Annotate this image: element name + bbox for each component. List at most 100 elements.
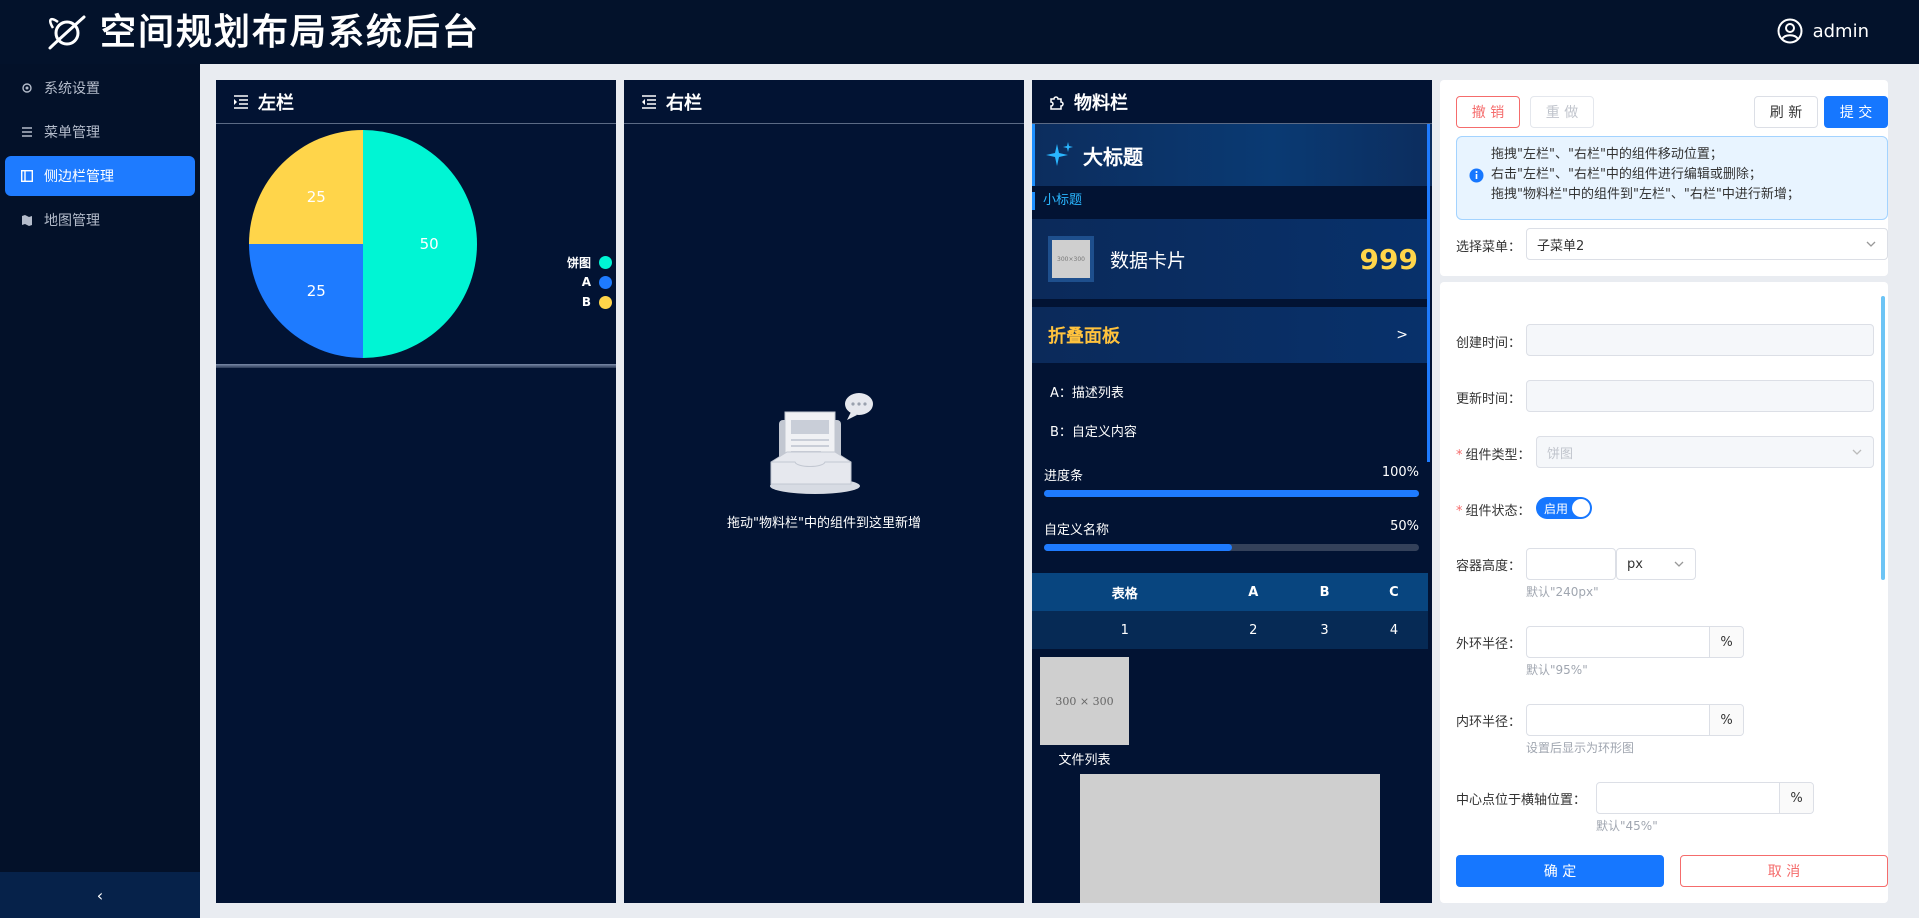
material-progress-bar[interactable]: 自定义名称 50% — [1044, 519, 1419, 551]
big-title-text: 大标题 — [1083, 144, 1143, 169]
updated-time-label: 更新时间： — [1456, 392, 1522, 407]
percent-suffix: % — [1709, 627, 1743, 657]
inner-radius-label: 内环半径： — [1456, 715, 1522, 730]
user-menu[interactable]: admin — [1777, 18, 1869, 44]
menu-select-label: 选择菜单： — [1456, 240, 1522, 255]
table-header: B — [1289, 573, 1360, 611]
menu-select-value: 子菜单2 — [1537, 238, 1585, 254]
legend-dot — [599, 275, 612, 289]
form-scrollbar[interactable] — [1881, 296, 1885, 580]
legend-item[interactable]: A — [567, 272, 612, 292]
outer-radius-label: 外环半径： — [1456, 637, 1522, 652]
table-cell: 1 — [1032, 611, 1218, 649]
table-cell: 3 — [1289, 611, 1360, 649]
pie-chart[interactable]: 50 25 25 — [216, 124, 616, 364]
container-height-input[interactable] — [1526, 548, 1616, 580]
pie-slice[interactable] — [249, 130, 363, 244]
progress-fill — [1044, 544, 1232, 551]
menu-select[interactable]: 子菜单2 — [1526, 228, 1888, 260]
material-scrollbar[interactable] — [1427, 124, 1430, 462]
material-panel-title: 物料栏 — [1074, 92, 1128, 114]
progress-value: 50% — [1390, 519, 1419, 534]
submit-button[interactable]: 提 交 — [1824, 96, 1888, 128]
sidebar-item-label: 菜单管理 — [44, 125, 100, 141]
sidebar-item-label: 地图管理 — [44, 213, 100, 229]
material-collapse-panel[interactable]: 折叠面板 > — [1032, 307, 1428, 363]
created-time-input[interactable] — [1526, 324, 1874, 356]
height-unit-select[interactable]: px — [1616, 548, 1696, 580]
outer-radius-hint: 默认"95%" — [1526, 663, 1588, 677]
progress-fill — [1044, 490, 1419, 497]
table-cell: 2 — [1217, 611, 1290, 649]
inner-radius-input[interactable]: % — [1526, 704, 1744, 736]
outdent-list-icon — [642, 94, 656, 109]
outer-radius-input[interactable]: % — [1526, 626, 1744, 658]
left-panel-header: 左栏 — [216, 80, 616, 124]
undo-button[interactable]: 撤 销 — [1456, 96, 1520, 128]
data-card-label: 数据卡片 — [1110, 249, 1187, 272]
material-table[interactable]: 表格 A B C 1 2 3 4 — [1032, 573, 1428, 649]
component-status-switch[interactable]: 启用 — [1536, 497, 1592, 519]
chevron-right-icon: > — [1396, 327, 1408, 343]
refresh-button[interactable]: 刷 新 — [1754, 96, 1818, 128]
redo-button[interactable]: 重 做 — [1530, 96, 1594, 128]
legend-label: B — [581, 295, 591, 309]
legend-item[interactable]: B — [567, 292, 612, 312]
center-x-hint: 默认"45%" — [1596, 819, 1658, 833]
legend-item[interactable]: 饼图 — [567, 252, 612, 272]
description-item[interactable]: B：自定义内容 — [1050, 421, 1137, 440]
progress-track — [1044, 544, 1419, 551]
pie-slice[interactable] — [249, 244, 363, 358]
sidebar-item-sidebar-management[interactable]: 侧边栏管理 — [5, 156, 195, 196]
right-panel-header: 右栏 — [624, 80, 1024, 124]
puzzle-icon — [1050, 95, 1064, 110]
toolbar-card: 撤 销 重 做 刷 新 提 交 拖拽"左栏"、"右栏"中的组件移动位置； 右击"… — [1440, 80, 1888, 276]
username: admin — [1812, 20, 1869, 42]
image-placeholder[interactable] — [1080, 774, 1380, 903]
confirm-button[interactable]: 确 定 — [1456, 855, 1664, 887]
indent-list-icon — [234, 94, 248, 109]
progress-label: 自定义名称 — [1044, 523, 1110, 538]
component-type-label: * 组件类型： — [1456, 448, 1531, 463]
percent-suffix: % — [1709, 705, 1743, 735]
cancel-button[interactable]: 取 消 — [1680, 855, 1888, 887]
sidebar-item-menu-management[interactable]: 菜单管理 — [5, 112, 195, 152]
height-hint: 默认"240px" — [1526, 585, 1599, 599]
material-data-card[interactable]: 300×300 数据卡片 999 — [1032, 219, 1428, 299]
sidebar-item-label: 系统设置 — [44, 81, 100, 97]
material-small-title[interactable]: 小标题 — [1032, 192, 1082, 210]
chevron-down-icon — [1866, 241, 1876, 247]
progress-label: 进度条 — [1044, 469, 1084, 484]
component-status-label: * 组件状态： — [1456, 504, 1531, 519]
empty-inbox-icon — [770, 393, 873, 494]
table-cell: 4 — [1359, 611, 1428, 649]
percent-suffix: % — [1779, 783, 1813, 813]
pie-slice-label: 50 — [420, 235, 439, 253]
pie-legend[interactable]: 饼图 A B — [567, 252, 612, 312]
chevron-left-icon: ‹ — [96, 885, 104, 905]
pie-chart-svg: 50 25 25 — [249, 130, 477, 358]
collapse-panel-title: 折叠面板 — [1048, 326, 1120, 347]
sidebar-icon — [20, 169, 34, 183]
sidebar-item-system-settings[interactable]: 系统设置 — [5, 68, 195, 108]
component-divider — [216, 364, 616, 368]
material-progress-bar[interactable]: 进度条 100% — [1044, 465, 1419, 497]
description-item[interactable]: A：描述列表 — [1050, 382, 1124, 401]
center-x-input[interactable]: % — [1596, 782, 1814, 814]
component-type-select[interactable]: 饼图 — [1536, 436, 1874, 468]
app-header: 空间规划布局系统后台 admin — [0, 0, 1919, 64]
instructions-alert: 拖拽"左栏"、"右栏"中的组件移动位置； 右击"左栏"、"右栏"中的组件进行编辑… — [1456, 136, 1888, 220]
material-panel: 物料栏 大标题 小标题 300×300 数据卡片 999 折叠面板 > A：描述… — [1032, 80, 1432, 903]
sidebar-collapse-button[interactable]: ‹ — [0, 872, 200, 918]
chevron-down-icon — [1852, 449, 1862, 455]
sparkle-icon — [1046, 142, 1073, 166]
empty-state-text: 拖动"物料栏"中的组件到这里新增 — [727, 516, 921, 531]
pie-slice-label: 25 — [307, 282, 326, 300]
updated-time-input[interactable] — [1526, 380, 1874, 412]
property-form-card: 创建时间： 更新时间： * 组件类型： 饼图 * 组件状态： 启用 容器高度： px… — [1440, 282, 1888, 903]
file-list-thumbnail[interactable]: 300 × 300 — [1040, 657, 1129, 745]
sidebar-item-map-management[interactable]: 地图管理 — [5, 200, 195, 240]
chevron-down-icon — [1674, 561, 1684, 567]
map-icon — [20, 213, 34, 227]
material-big-title[interactable]: 大标题 — [1032, 124, 1432, 186]
